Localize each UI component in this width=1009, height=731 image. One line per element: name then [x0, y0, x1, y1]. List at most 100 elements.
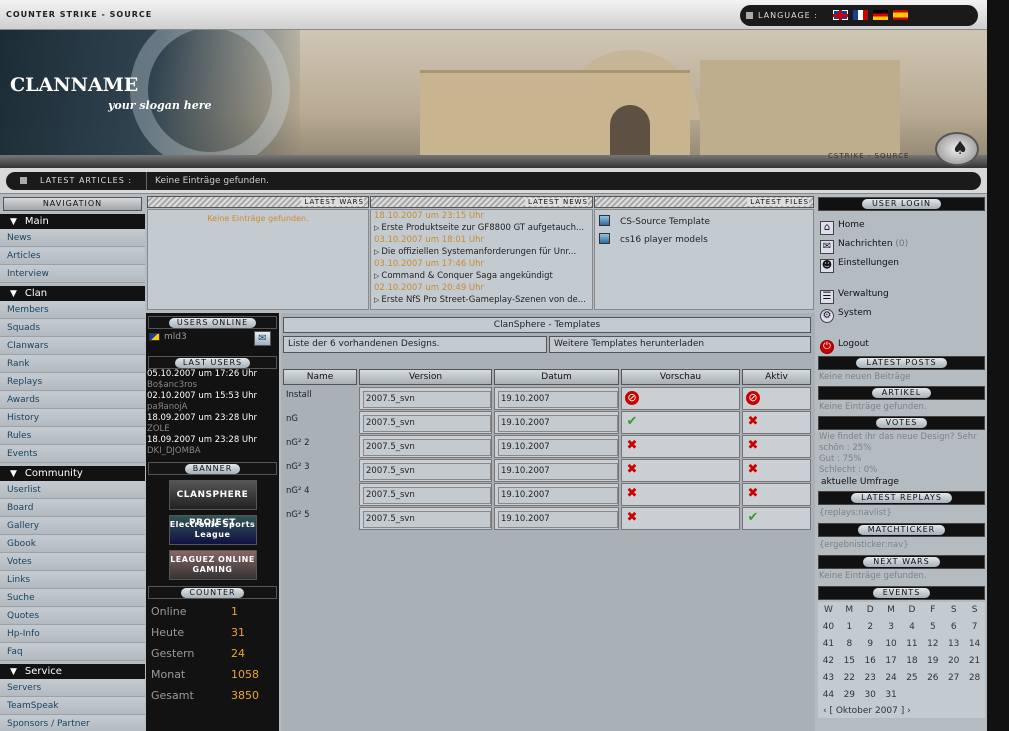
- nav-item[interactable]: Interview: [0, 265, 145, 283]
- file-item[interactable]: CS-Source Template: [595, 213, 813, 231]
- calendar-day[interactable]: 12: [922, 636, 943, 653]
- flag-france-icon[interactable]: [853, 10, 868, 20]
- nav-item[interactable]: Servers: [0, 679, 145, 697]
- calendar-day[interactable]: 10: [881, 636, 902, 653]
- admin-link[interactable]: ☰ Verwaltung: [816, 285, 987, 304]
- flag-spain-icon[interactable]: [893, 10, 908, 20]
- calendar-day[interactable]: 16: [860, 653, 881, 670]
- last-user-name[interactable]: Bo$anc3ros: [146, 380, 279, 391]
- cross-icon[interactable]: ✖: [746, 487, 760, 501]
- calendar-day[interactable]: 21: [964, 653, 985, 670]
- cross-icon[interactable]: ✖: [625, 511, 639, 525]
- last-user-name[interactable]: DKI_DJOMBA: [146, 446, 279, 457]
- calendar-day[interactable]: 29: [839, 687, 860, 704]
- calendar-day[interactable]: 27: [943, 670, 964, 687]
- calendar-day[interactable]: 23: [860, 670, 881, 687]
- system-link[interactable]: ⚙ System: [816, 304, 987, 323]
- nav-item[interactable]: Userlist: [0, 481, 145, 499]
- table-header-cell[interactable]: Vorschau: [621, 369, 740, 385]
- flag-germany-icon[interactable]: [873, 10, 888, 20]
- cross-icon[interactable]: ✖: [746, 415, 760, 429]
- calendar-day[interactable]: 9: [860, 636, 881, 653]
- nav-group-3[interactable]: ▼ Service: [0, 664, 145, 679]
- calendar-day[interactable]: 22: [839, 670, 860, 687]
- news-item[interactable]: ▷ Erste Produktseite zur GF8800 GT aufget…: [371, 222, 592, 234]
- calendar-day[interactable]: 28: [964, 670, 985, 687]
- nav-item[interactable]: Gallery: [0, 517, 145, 535]
- messages-link[interactable]: ✉ Nachrichten (0): [816, 235, 987, 254]
- nav-item[interactable]: Rank: [0, 355, 145, 373]
- calendar-day[interactable]: 2: [860, 619, 881, 636]
- last-user-name[interactable]: ZOLE: [146, 424, 279, 435]
- calendar-day[interactable]: 11: [902, 636, 923, 653]
- table-header-cell[interactable]: Name: [283, 369, 357, 385]
- calendar-day[interactable]: 18: [902, 653, 923, 670]
- clansphere-banner[interactable]: CLANSPHERE PROJECT: [168, 480, 257, 528]
- online-user-link[interactable]: mld3: [164, 332, 187, 342]
- news-item[interactable]: ▷ Command & Conquer Saga angekündigt: [371, 270, 592, 282]
- calendar-day[interactable]: 31: [881, 687, 902, 704]
- cross-icon[interactable]: ✖: [625, 439, 639, 453]
- calendar-day[interactable]: 3: [881, 619, 902, 636]
- news-item[interactable]: ▷ Die offiziellen Systemanforderungen für…: [371, 246, 592, 258]
- esl-banner[interactable]: Electronic Sports League: [168, 515, 257, 545]
- download-templates-link[interactable]: Weitere Templates herunterladen: [549, 336, 811, 353]
- last-user-name[interactable]: paЯanojA: [146, 402, 279, 413]
- calendar-day[interactable]: 19: [922, 653, 943, 670]
- nav-group-1[interactable]: ▼ Clan: [0, 286, 145, 301]
- cross-icon[interactable]: ✖: [625, 487, 639, 501]
- table-header-cell[interactable]: Datum: [494, 369, 619, 385]
- calendar-day[interactable]: 8: [839, 636, 860, 653]
- current-poll-link[interactable]: aktuelle Umfrage: [816, 476, 987, 489]
- calendar-day[interactable]: 30: [860, 687, 881, 704]
- nav-item[interactable]: Sponsors / Partner: [0, 715, 145, 731]
- cross-icon[interactable]: ✖: [746, 439, 760, 453]
- nav-item[interactable]: Clanwars: [0, 337, 145, 355]
- nav-item[interactable]: Rules: [0, 427, 145, 445]
- calendar-day[interactable]: 14: [964, 636, 985, 653]
- calendar-day[interactable]: 24: [881, 670, 902, 687]
- nav-item[interactable]: Gbook: [0, 535, 145, 553]
- calendar-day[interactable]: 4: [902, 619, 923, 636]
- calendar-day[interactable]: 13: [943, 636, 964, 653]
- nav-item[interactable]: Hp-Info: [0, 625, 145, 643]
- calendar-day[interactable]: 26: [922, 670, 943, 687]
- nav-item[interactable]: Squads: [0, 319, 145, 337]
- cross-icon[interactable]: ✖: [746, 463, 760, 477]
- nav-item[interactable]: Articles: [0, 247, 145, 265]
- cross-icon[interactable]: ✖: [625, 463, 639, 477]
- calendar-day[interactable]: 1: [839, 619, 860, 636]
- calendar-day[interactable]: 25: [902, 670, 923, 687]
- home-link[interactable]: ⌂ Home: [816, 216, 987, 235]
- nav-item[interactable]: Votes: [0, 553, 145, 571]
- calendar-day[interactable]: 17: [881, 653, 902, 670]
- nav-item[interactable]: News: [0, 229, 145, 247]
- nav-item[interactable]: Members: [0, 301, 145, 319]
- nav-item[interactable]: Board: [0, 499, 145, 517]
- nav-item[interactable]: History: [0, 409, 145, 427]
- nav-item[interactable]: Suche: [0, 589, 145, 607]
- nav-item[interactable]: Events: [0, 445, 145, 463]
- calendar-day[interactable]: 7: [964, 619, 985, 636]
- nav-item[interactable]: TeamSpeak: [0, 697, 145, 715]
- settings-link[interactable]: ☻ Einstellungen: [816, 254, 987, 273]
- nav-item[interactable]: Awards: [0, 391, 145, 409]
- table-header-cell[interactable]: Version: [359, 369, 492, 385]
- nav-item[interactable]: Replays: [0, 373, 145, 391]
- calendar-day[interactable]: 5: [922, 619, 943, 636]
- nav-item[interactable]: Faq: [0, 643, 145, 661]
- calendar-day[interactable]: 20: [943, 653, 964, 670]
- checkmark-icon[interactable]: ✔: [746, 511, 760, 525]
- nav-group-2[interactable]: ▼ Community: [0, 466, 145, 481]
- nav-item[interactable]: Links: [0, 571, 145, 589]
- mail-icon[interactable]: ✉: [254, 331, 271, 346]
- file-item[interactable]: cs16 player models: [595, 231, 813, 249]
- table-header-cell[interactable]: Aktiv: [742, 369, 811, 385]
- calendar-day[interactable]: 15: [839, 653, 860, 670]
- logout-link[interactable]: ⏻ Logout: [816, 335, 987, 354]
- news-item[interactable]: ▷ Erste NfS Pro Street-Gameplay-Szenen vo…: [371, 294, 592, 306]
- checkmark-icon[interactable]: ✔: [625, 415, 639, 429]
- nav-group-0[interactable]: ▼ Main: [0, 214, 145, 229]
- leaguez-banner[interactable]: LEAGUEZ ONLINE GAMING: [168, 550, 257, 580]
- calendar-month-nav[interactable]: ‹ [ Oktober 2007 ] ›: [818, 704, 985, 718]
